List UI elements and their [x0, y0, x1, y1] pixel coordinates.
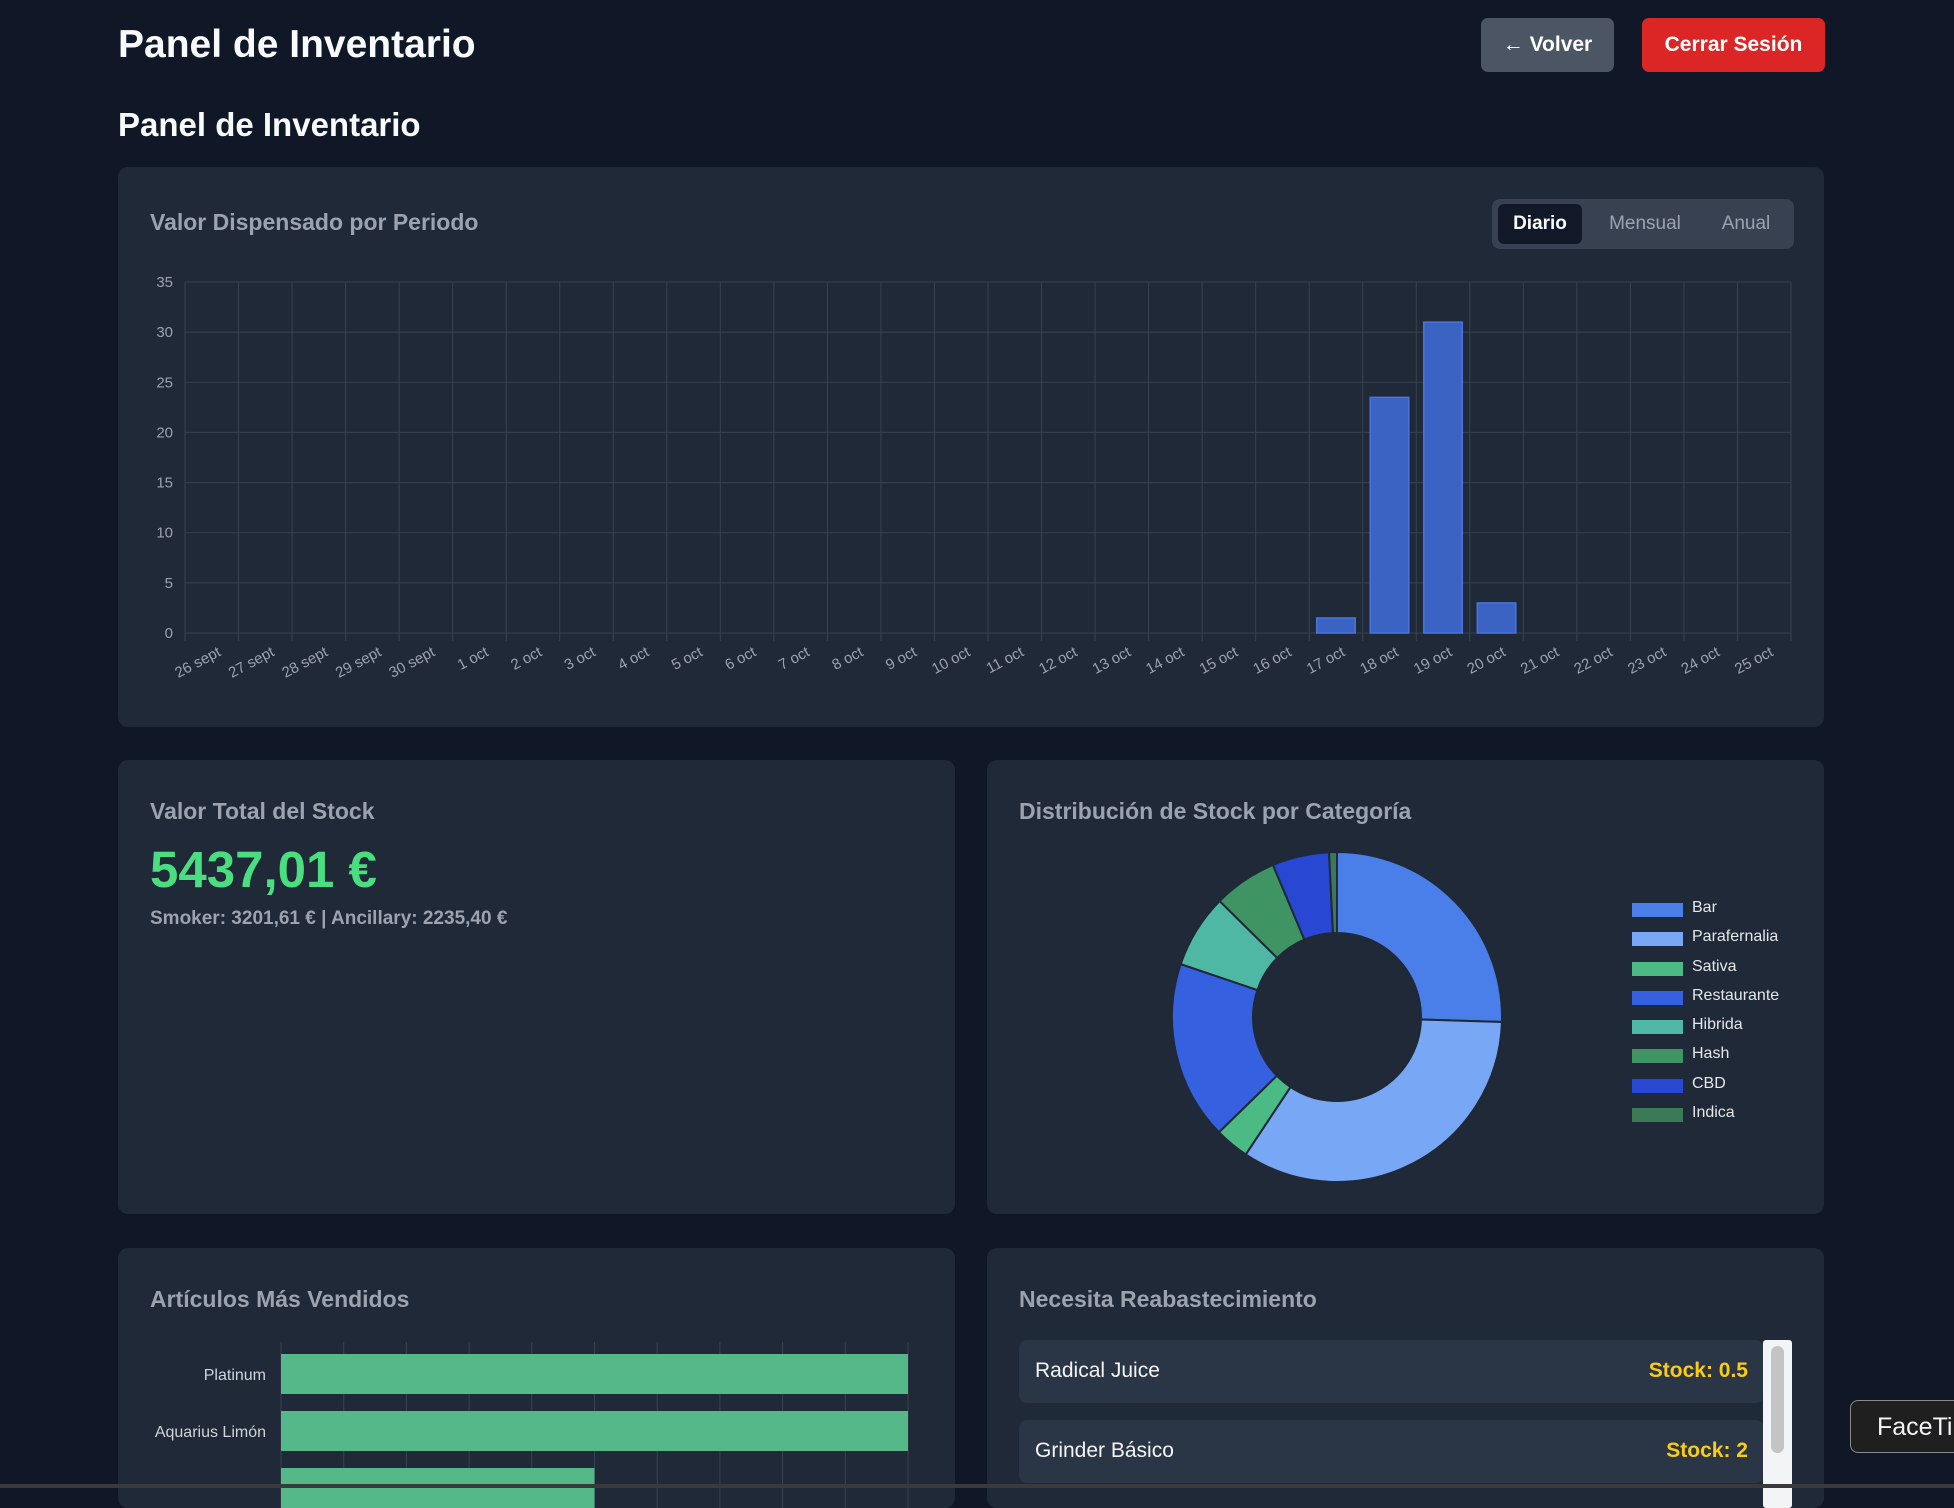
- x-tick-label: 28 sept: [279, 643, 331, 682]
- x-tick-label: 26 sept: [172, 643, 224, 682]
- total-stock-value: 5437,01 €: [150, 841, 377, 898]
- x-tick-label: 30 sept: [386, 643, 438, 682]
- x-tick-label: 7 oct: [776, 643, 813, 674]
- legend-label: Parafernalia: [1692, 928, 1779, 946]
- back-button[interactable]: ← Volver: [1481, 18, 1614, 72]
- bar: [1315, 617, 1356, 634]
- y-tick-label: Aquarius Limón: [155, 1424, 266, 1441]
- restock-card: Necesita Reabastecimiento Radical Juice …: [987, 1248, 1824, 1508]
- x-tick-label: 8 oct: [829, 643, 866, 674]
- x-tick-label: 21 oct: [1518, 643, 1563, 678]
- legend-label: CBD: [1692, 1074, 1726, 1092]
- restock-item-stock: Stock: 0.5: [1648, 1359, 1748, 1382]
- y-tick-label: 30: [156, 324, 173, 341]
- logout-button[interactable]: Cerrar Sesión: [1642, 18, 1825, 72]
- total-stock-card: Valor Total del Stock 5437,01 € Smoker: …: [118, 760, 955, 1214]
- bar: [1369, 396, 1410, 634]
- x-tick-label: 23 oct: [1625, 643, 1670, 678]
- x-tick-label: 10 oct: [929, 643, 974, 678]
- restock-list: Radical Juice Stock: 0.5 Grinder Básico …: [1019, 1340, 1764, 1500]
- section-title: Panel de Inventario: [118, 106, 421, 143]
- stock-distribution-card: Distribución de Stock por Categoría Bar P…: [987, 760, 1824, 1214]
- facetime-tooltip: FaceTi: [1850, 1400, 1954, 1453]
- x-tick-label: 14 oct: [1143, 643, 1188, 678]
- stock-card-title: Valor Total del Stock: [150, 798, 375, 824]
- x-tick-label: 19 oct: [1411, 643, 1456, 678]
- bar: [1423, 321, 1464, 634]
- x-tick-label: 18 oct: [1357, 643, 1402, 678]
- bar: [281, 1354, 908, 1394]
- page-title: Panel de Inventario: [118, 23, 476, 66]
- legend-swatch: [1632, 990, 1683, 1005]
- legend-label: Hash: [1692, 1045, 1730, 1063]
- x-tick-label: 5 oct: [669, 643, 706, 674]
- legend-label: Restaurante: [1692, 986, 1780, 1004]
- y-tick-label: 10: [156, 525, 173, 542]
- x-tick-label: 22 oct: [1571, 643, 1616, 678]
- restock-item-name: Grinder Básico: [1035, 1439, 1174, 1462]
- x-tick-label: 20 oct: [1464, 643, 1509, 678]
- bar: [1476, 602, 1517, 634]
- dispensed-value-card: Valor Dispensado por Periodo Diario Mens…: [118, 167, 1824, 727]
- x-tick-label: 3 oct: [562, 643, 599, 674]
- y-tick-label: 5: [165, 575, 173, 592]
- restock-item[interactable]: Radical Juice Stock: 0.5: [1019, 1340, 1764, 1403]
- donut-slice: [1336, 850, 1503, 1024]
- legend-swatch: [1632, 961, 1683, 976]
- x-tick-label: 17 oct: [1304, 643, 1349, 678]
- x-tick-label: 24 oct: [1679, 643, 1724, 678]
- legend-swatch: [1632, 903, 1683, 917]
- legend-swatch: [1632, 1049, 1683, 1064]
- window-bottom-edge: [0, 1484, 1954, 1488]
- legend-swatch: [1632, 1078, 1683, 1093]
- x-tick-label: 1 oct: [455, 643, 492, 674]
- donut-slice: [1244, 1018, 1503, 1183]
- bar: [281, 1411, 908, 1451]
- x-tick-label: 11 oct: [984, 643, 1028, 677]
- y-tick-label: 35: [156, 274, 173, 291]
- distribution-donut-chart: [1171, 850, 1503, 1183]
- restock-scrollbar[interactable]: [1763, 1340, 1792, 1508]
- y-tick-label: 20: [156, 424, 173, 441]
- legend-label: Bar: [1692, 899, 1717, 916]
- legend-swatch: [1632, 932, 1683, 947]
- legend-label: Indica: [1692, 1104, 1735, 1122]
- restock-item[interactable]: Grinder Básico Stock: 2: [1019, 1420, 1764, 1483]
- y-tick-label: Platinum: [204, 1367, 266, 1384]
- x-tick-label: 9 oct: [883, 643, 920, 674]
- facetime-label: FaceTi: [1877, 1413, 1953, 1441]
- page-header: Panel de Inventario ← Volver Cerrar Sesi…: [118, 18, 1825, 72]
- restock-item-stock: Stock: 2: [1666, 1439, 1748, 1462]
- y-tick-label: 15: [156, 475, 173, 492]
- x-tick-label: 12 oct: [1036, 643, 1081, 678]
- x-tick-label: 25 oct: [1732, 643, 1777, 678]
- x-tick-label: 4 oct: [615, 643, 652, 674]
- x-tick-label: 15 oct: [1197, 643, 1242, 678]
- legend-label: Hibrida: [1692, 1016, 1743, 1034]
- x-tick-label: 29 sept: [333, 643, 385, 682]
- x-tick-label: 6 oct: [722, 643, 759, 674]
- x-tick-label: 13 oct: [1090, 643, 1135, 678]
- x-tick-label: 27 sept: [226, 643, 278, 682]
- dispensed-bar-chart: 0 5 10 15 20 25 30 35 26 sept 27 sept 28 sept 29 se…: [156, 274, 1792, 682]
- legend-swatch: [1632, 1108, 1683, 1123]
- y-tick-label: 0: [165, 625, 173, 642]
- legend-swatch: [1632, 1020, 1683, 1035]
- stock-breakdown: Smoker: 3201,61 € | Ancillary: 2235,40 €: [150, 908, 508, 929]
- restock-card-title: Necesita Reabastecimiento: [1019, 1286, 1317, 1312]
- x-tick-label: 2 oct: [508, 643, 545, 674]
- scrollbar-thumb[interactable]: [1771, 1346, 1784, 1453]
- y-tick-label: 25: [156, 374, 173, 391]
- legend-label: Sativa: [1692, 957, 1737, 975]
- restock-item-name: Radical Juice: [1035, 1359, 1160, 1382]
- top-sold-card: Artículos Más Vendidos Platinum Aquarius …: [118, 1248, 955, 1508]
- x-tick-label: 16 oct: [1250, 643, 1295, 678]
- top-sold-bar-chart: Platinum Aquarius Limón: [155, 1342, 909, 1508]
- bar: [281, 1468, 595, 1508]
